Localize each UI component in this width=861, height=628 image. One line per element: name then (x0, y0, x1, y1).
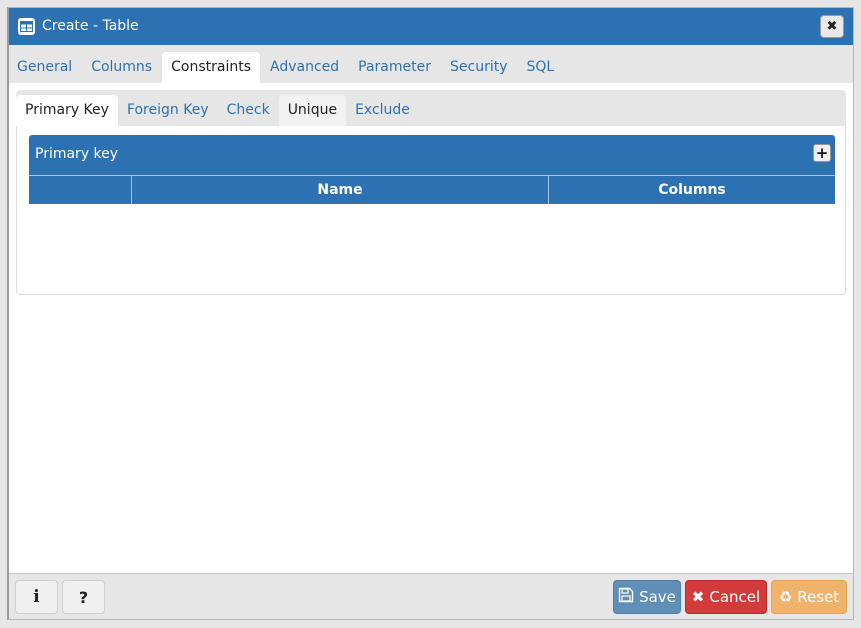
tab-advanced[interactable]: Advanced (261, 52, 348, 83)
reset-button[interactable]: ♻ Reset (771, 580, 847, 614)
grid-column-headers: Name Columns (29, 175, 835, 204)
subtab-foreign-key[interactable]: Foreign Key (118, 95, 218, 126)
column-header-actions (29, 176, 132, 204)
help-button[interactable]: ? (62, 580, 105, 614)
save-icon (618, 587, 634, 607)
close-button[interactable]: ✖ (820, 15, 844, 38)
reset-label: Reset (797, 588, 840, 606)
save-button[interactable]: Save (613, 580, 681, 614)
primary-key-panel: Primary key + Name Columns (16, 126, 846, 295)
subtab-check[interactable]: Check (218, 95, 279, 126)
tab-sql[interactable]: SQL (518, 52, 564, 83)
grid-header: Primary key + (29, 135, 835, 175)
cancel-icon: ✖ (691, 588, 705, 606)
column-header-columns[interactable]: Columns (549, 176, 835, 204)
subtab-exclude[interactable]: Exclude (346, 95, 419, 126)
tab-parameter[interactable]: Parameter (349, 52, 440, 83)
dialog-titlebar[interactable]: Create - Table ✖ (9, 8, 853, 45)
recycle-icon: ♻ (778, 588, 793, 606)
close-icon: ✖ (826, 19, 838, 34)
dialog-footer: i ? Save ✖ Cancel ♻ Reset (9, 573, 853, 619)
save-label: Save (639, 588, 676, 606)
tab-general[interactable]: General (10, 52, 81, 83)
constraint-tabs: Primary Key Foreign Key Check Unique Exc… (16, 90, 846, 126)
plus-icon: + (815, 143, 829, 162)
cancel-label: Cancel (709, 588, 761, 606)
dialog-title: Create - Table (42, 18, 139, 34)
info-button[interactable]: i (15, 580, 58, 614)
table-icon (18, 18, 35, 35)
subtab-unique[interactable]: Unique (278, 95, 347, 126)
tab-security[interactable]: Security (441, 52, 517, 83)
add-row-button[interactable]: + (813, 144, 831, 162)
cancel-button[interactable]: ✖ Cancel (685, 580, 767, 614)
create-table-dialog: Create - Table ✖ General Columns Constra… (7, 7, 854, 620)
tab-constraints[interactable]: Constraints (162, 52, 260, 83)
subtab-primary-key[interactable]: Primary Key (16, 95, 118, 126)
grid-title: Primary key (35, 146, 119, 162)
info-icon: i (33, 587, 40, 607)
help-icon: ? (78, 587, 89, 607)
main-tabs: General Columns Constraints Advanced Par… (9, 45, 853, 83)
tab-columns[interactable]: Columns (82, 52, 161, 83)
column-header-name[interactable]: Name (132, 176, 549, 204)
